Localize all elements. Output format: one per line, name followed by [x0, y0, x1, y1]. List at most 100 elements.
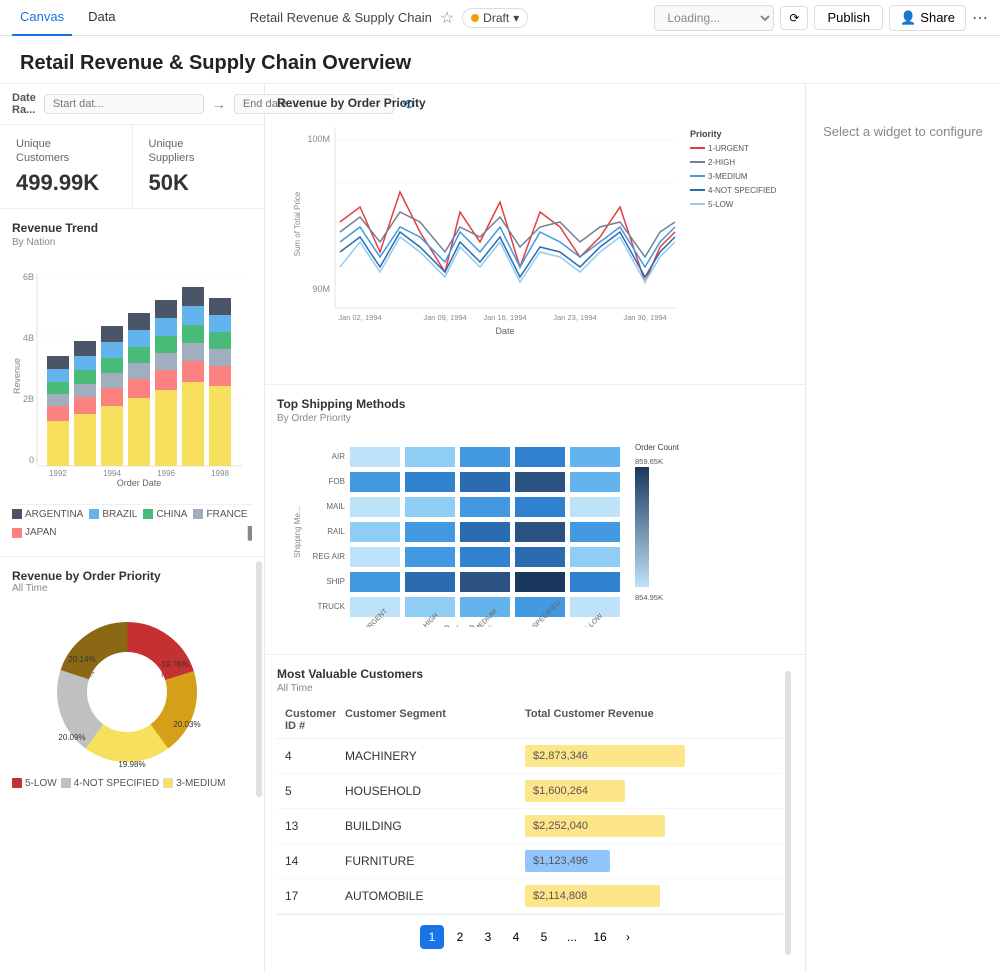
- table-row: 17 AUTOMOBILE $2,114,808: [277, 879, 783, 914]
- row-id: 4: [285, 749, 345, 763]
- svg-text:20.03%: 20.03%: [173, 720, 200, 729]
- bar-chart-legend: ARGENTINA BRAZIL CHINA FRANCE: [12, 504, 252, 544]
- nav-right: Loading... ⟳ Publish 👤 Share ⋯: [654, 5, 988, 31]
- svg-text:Revenue: Revenue: [12, 358, 22, 394]
- line-chart-panel: Revenue by Order Priority 100M 90M Sum o…: [265, 84, 805, 385]
- page-2-button[interactable]: 2: [448, 925, 472, 949]
- france-legend-label: FRANCE: [206, 509, 247, 520]
- right-panel: Select a widget to configure: [805, 84, 1000, 971]
- left-panels: Date Ra... → ⟲ UniqueCustomers 499.99K U…: [0, 84, 265, 971]
- customers-title: Most Valuable Customers: [277, 667, 783, 681]
- revenue-bar: $1,123,496: [525, 850, 610, 872]
- row-id: 5: [285, 784, 345, 798]
- donut-scroll[interactable]: [256, 561, 262, 797]
- col-revenue: Total Customer Revenue: [525, 708, 775, 732]
- chevron-down-icon: ▾: [513, 11, 519, 25]
- svg-text:1-URGENT: 1-URGENT: [708, 144, 749, 153]
- tab-data[interactable]: Data: [80, 0, 123, 36]
- table-row: 14 FURNITURE $1,123,496: [277, 844, 783, 879]
- revenue-bar: $1,600,264: [525, 780, 625, 802]
- customers-scroll[interactable]: [785, 671, 791, 955]
- refresh-button[interactable]: ⟳: [780, 6, 808, 30]
- heatmap-title: Top Shipping Methods: [277, 397, 793, 411]
- page-16-button[interactable]: 16: [588, 925, 612, 949]
- svg-text:Order Count: Order Count: [635, 443, 680, 452]
- main-layout: Date Ra... → ⟲ UniqueCustomers 499.99K U…: [0, 84, 1000, 971]
- svg-text:Jan 09, 1994: Jan 09, 1994: [423, 313, 466, 322]
- heatmap-svg: Shipping Me... AIR FOB MAIL RAIL REG AIR…: [277, 432, 793, 627]
- 5low-color: [12, 778, 22, 788]
- svg-text:RAIL: RAIL: [327, 527, 345, 536]
- brazil-legend-color: [89, 509, 99, 519]
- draft-badge[interactable]: Draft ▾: [462, 8, 528, 28]
- customers-table-header: Customer ID # Customer Segment Total Cus…: [277, 702, 783, 739]
- page-3-button[interactable]: 3: [476, 925, 500, 949]
- svg-text:19.98%: 19.98%: [118, 760, 145, 769]
- svg-text:859.65K: 859.65K: [635, 457, 663, 466]
- revenue-trend-panel: Revenue Trend By Nation 6B 4B 2B 0: [0, 209, 264, 557]
- top-navigation: Canvas Data Retail Revenue & Supply Chai…: [0, 0, 1000, 36]
- donut-area: Associated Revenue: [12, 602, 242, 772]
- bar-chart-svg: 6B 4B 2B 0 Revenue: [12, 256, 252, 496]
- svg-text:Date: Date: [495, 326, 514, 336]
- stat-cards: UniqueCustomers 499.99K UniqueSuppliers …: [0, 125, 264, 209]
- filter-bar: Date Ra... → ⟲: [0, 84, 264, 125]
- svg-text:19.76%: 19.76%: [161, 660, 188, 669]
- row-segment: AUTOMOBILE: [345, 889, 525, 903]
- col-id: Customer ID #: [285, 708, 345, 732]
- legend-item-argentina: ARGENTINA: [12, 509, 83, 520]
- svg-text:4B: 4B: [23, 333, 34, 343]
- star-button[interactable]: ☆: [440, 8, 454, 28]
- page-1-button[interactable]: 1: [420, 925, 444, 949]
- row-id: 17: [285, 889, 345, 903]
- refresh-icon: ⟳: [789, 11, 799, 25]
- tab-canvas[interactable]: Canvas: [12, 0, 72, 36]
- svg-text:Priority: Priority: [690, 129, 722, 139]
- svg-text:Sum of Total Price: Sum of Total Price: [293, 191, 302, 256]
- svg-text:1996: 1996: [157, 469, 175, 478]
- draft-label: Draft: [483, 11, 509, 25]
- publish-button[interactable]: Publish: [814, 5, 883, 30]
- svg-text:2-HIGH: 2-HIGH: [708, 158, 735, 167]
- svg-text:MAIL: MAIL: [326, 502, 345, 511]
- more-options-button[interactable]: ⋯: [972, 8, 988, 28]
- customers-subtitle: All Time: [277, 683, 783, 694]
- customers-value: 499.99K: [16, 170, 116, 196]
- pagination: 1 2 3 4 5 ... 16 ›: [277, 914, 783, 959]
- legend-item-france: FRANCE: [193, 509, 247, 520]
- svg-text:1998: 1998: [211, 469, 229, 478]
- svg-text:SHIP: SHIP: [326, 577, 345, 586]
- argentina-legend-color: [12, 509, 22, 519]
- center-panels: Revenue by Order Priority 100M 90M Sum o…: [265, 84, 805, 971]
- start-date-input[interactable]: [44, 94, 204, 114]
- svg-text:Jan 30, 1994: Jan 30, 1994: [623, 313, 666, 322]
- customers-content: Most Valuable Customers All Time Custome…: [277, 667, 783, 959]
- row-segment: BUILDING: [345, 819, 525, 833]
- row-segment: MACHINERY: [345, 749, 525, 763]
- revenue-bar: $2,873,346: [525, 745, 685, 767]
- revenue-bar: $2,114,808: [525, 885, 660, 907]
- loading-select[interactable]: Loading...: [654, 5, 774, 31]
- customers-label: UniqueCustomers: [16, 137, 116, 166]
- share-button[interactable]: 👤 Share: [889, 5, 966, 31]
- customers-panel: Most Valuable Customers All Time Custome…: [265, 655, 805, 971]
- revenue-trend-title: Revenue Trend: [12, 221, 252, 235]
- france-legend-color: [193, 509, 203, 519]
- page-5-button[interactable]: 5: [532, 925, 556, 949]
- page-ellipsis[interactable]: ...: [560, 925, 584, 949]
- svg-text:90M: 90M: [312, 284, 330, 294]
- svg-text:Jan 16, 1994: Jan 16, 1994: [483, 313, 526, 322]
- heatmap-subtitle: By Order Priority: [277, 413, 793, 424]
- bar-chart-area: 6B 4B 2B 0 Revenue: [12, 256, 252, 496]
- svg-text:5-LOW: 5-LOW: [708, 200, 734, 209]
- donut-svg: Associated Revenue: [27, 592, 227, 782]
- scroll-indicator-left[interactable]: ▐: [243, 526, 252, 540]
- share-icon: 👤: [900, 10, 916, 26]
- revenue-trend-subtitle: By Nation: [12, 237, 252, 248]
- svg-text:0: 0: [29, 455, 34, 465]
- svg-text:AIR: AIR: [332, 452, 346, 461]
- page-next-button[interactable]: ›: [616, 925, 640, 949]
- row-revenue: $2,873,346: [525, 745, 775, 767]
- svg-text:2B: 2B: [23, 394, 34, 404]
- page-4-button[interactable]: 4: [504, 925, 528, 949]
